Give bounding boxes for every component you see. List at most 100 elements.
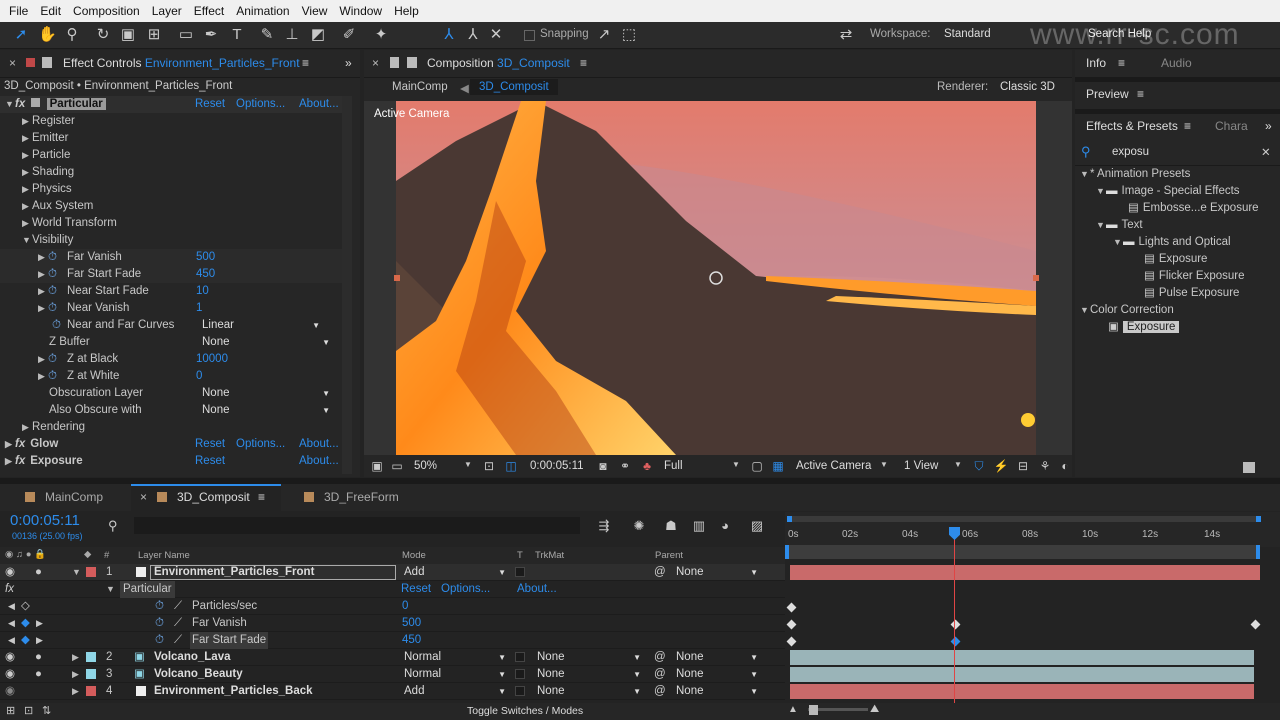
z-buffer-dropdown[interactable]: None (202, 335, 330, 350)
comp-breadcrumb-current[interactable]: 3D_Composit (470, 79, 558, 95)
character-tab[interactable]: Chara (1215, 113, 1248, 140)
expand-panels-icon[interactable]: » (1265, 113, 1272, 140)
layer-name[interactable]: Volcano_Lava (154, 649, 231, 666)
menu-edit[interactable]: Edit (35, 4, 68, 18)
layer-handle[interactable] (394, 275, 400, 281)
snap-feather-icon[interactable]: ↗ (595, 26, 613, 44)
property-row[interactable]: ◀ ◆ ▶ ⏱ ⟋ Far Start Fade 450 (0, 632, 785, 649)
exposure-effect-row[interactable]: ▶ fx Exposure Reset About... (0, 453, 342, 470)
layer-bar-2[interactable] (790, 650, 1254, 665)
brush-tool-icon[interactable]: ✎ (258, 26, 276, 44)
reset-link[interactable]: Reset (195, 436, 225, 453)
stopwatch-icon[interactable]: ⏱ (155, 615, 164, 632)
stopwatch-icon[interactable]: ▶ ⏱ (38, 266, 57, 283)
toggle-pixel-aspect-icon[interactable]: ⛉ (970, 457, 988, 475)
frame-blending-icon[interactable]: ▥ (690, 517, 708, 535)
menu-effect[interactable]: Effect (189, 4, 231, 18)
rectangle-tool-icon[interactable]: ▭ (177, 26, 195, 44)
label-color-swatch[interactable] (86, 567, 96, 577)
property-row[interactable]: ◀ ◆ ▶ ⏱ ⟋ Far Vanish 500 (0, 615, 785, 632)
effect-name[interactable]: Particular (46, 98, 106, 110)
label-color-swatch[interactable] (86, 686, 96, 696)
graph-icon[interactable]: ⟋ (174, 598, 182, 615)
reset-link[interactable]: Reset (195, 453, 225, 470)
chevron-down-icon[interactable]: ▼ (880, 460, 888, 469)
layer-name[interactable]: Volcano_Beauty (154, 666, 243, 683)
snap-grid-icon[interactable]: ⬚ (620, 26, 638, 44)
current-time-indicator[interactable] (954, 528, 955, 703)
transfer-controls-icon[interactable]: ⊡ (24, 704, 33, 717)
add-keyframe-icon[interactable]: ◇ (21, 598, 30, 615)
local-axis-icon[interactable]: ⅄ (440, 26, 458, 44)
particular-effect-row[interactable]: ▼fx Particular Reset Options... About... (0, 96, 342, 113)
composition-tab[interactable]: Composition 3D_Composit (427, 50, 570, 77)
stopwatch-icon[interactable]: ▶ ⏱ (38, 351, 57, 368)
blend-mode-dropdown[interactable]: Add (404, 565, 506, 580)
group-physics[interactable]: ▶ Physics (22, 181, 72, 198)
monitor-icon[interactable]: ▭ (388, 457, 406, 475)
layer-row-2[interactable]: ◉ ● ▶ 2 ▣ Volcano_Lava Normal None @ Non… (0, 649, 785, 666)
zoom-tool-icon[interactable]: ⚲ (63, 26, 81, 44)
tree-color-correction[interactable]: ▼Color Correction (1080, 302, 1174, 319)
panel-menu-icon[interactable]: ≡ (1184, 113, 1191, 140)
zoom-dropdown[interactable]: 50% (414, 460, 437, 472)
preserve-transparency-checkbox[interactable] (515, 567, 525, 577)
tree-exposure-effect[interactable]: ▣ Exposure (1108, 319, 1180, 336)
close-icon[interactable]: × (140, 484, 147, 511)
expand-icon[interactable]: ▼ (72, 564, 82, 581)
trkmat-dropdown[interactable]: None (537, 684, 641, 699)
mask-visibility-icon[interactable]: ◫ (502, 457, 520, 475)
label-color-swatch[interactable] (86, 669, 96, 679)
info-tab[interactable]: Info (1086, 50, 1106, 77)
parent-dropdown[interactable]: None (676, 667, 758, 682)
tree-pulse-exposure[interactable]: ▤ Pulse Exposure (1144, 285, 1239, 302)
group-emitter[interactable]: ▶ Emitter (22, 130, 68, 147)
graph-icon[interactable]: ⟋ (174, 615, 182, 632)
property-value[interactable]: 450 (402, 632, 421, 649)
shy-layers-icon[interactable]: ☗ (662, 517, 680, 535)
scrollbar[interactable] (342, 96, 352, 474)
chevron-down-icon[interactable]: ▼ (732, 460, 740, 469)
prev-keyframe-icon[interactable]: ◀ (8, 632, 15, 649)
property-value[interactable]: 500 (402, 615, 421, 632)
clear-search-icon[interactable]: ✕ (1261, 145, 1271, 159)
stopwatch-icon[interactable]: ⏱ (155, 632, 164, 649)
prop-value[interactable]: 450 (196, 266, 215, 283)
preserve-transparency-checkbox[interactable] (515, 652, 525, 662)
snapping-checkbox[interactable] (524, 30, 535, 41)
effects-presets-tab[interactable]: Effects & Presets (1086, 113, 1178, 140)
reset-link[interactable]: Reset (195, 96, 225, 113)
layer-name-header[interactable]: Layer Name (138, 550, 190, 561)
panel-lock-icon[interactable] (390, 57, 399, 68)
zoom-in-icon[interactable]: ⛰ (870, 703, 879, 716)
obscuration-dropdown[interactable]: None (202, 386, 330, 401)
pick-whip-icon[interactable]: @ (654, 666, 666, 683)
solo-icon[interactable]: ● (35, 649, 42, 666)
view-layout-dropdown[interactable]: 1 View (904, 460, 938, 472)
prop-value[interactable]: 10000 (196, 351, 228, 368)
resolution-dropdown[interactable]: Full (664, 460, 683, 472)
camera-view-dropdown[interactable]: Active Camera (796, 460, 871, 472)
prop-far-vanish[interactable]: ▶ ⏱ Far Vanish 500 (0, 249, 342, 266)
world-axis-icon[interactable]: ⅄ (464, 26, 482, 44)
pan-behind-tool-icon[interactable]: ⊞ (145, 26, 163, 44)
group-register[interactable]: ▶ Register (22, 113, 75, 130)
work-area-bar[interactable] (787, 516, 1261, 522)
video-eye-icon[interactable]: ◉ (5, 683, 15, 700)
camera-tool-icon[interactable]: ▣ (119, 26, 137, 44)
prop-value[interactable]: 1 (196, 300, 202, 317)
zoom-slider-thumb[interactable] (809, 705, 818, 715)
about-link[interactable]: About... (299, 436, 339, 453)
clone-stamp-tool-icon[interactable]: ⊥ (283, 26, 301, 44)
group-visibility[interactable]: ▼Visibility (22, 232, 73, 249)
renderer-value[interactable]: Classic 3D (1000, 81, 1055, 93)
options-link[interactable]: Options... (441, 581, 490, 598)
fx-icon[interactable]: fx (5, 581, 14, 598)
viewer-timecode[interactable]: 0:00:05:11 (530, 460, 584, 472)
effect-controls-tab[interactable]: Effect Controls Environment_Particles_Fr… (63, 50, 300, 77)
property-row[interactable]: ◀ ◇ ⏱ ⟋ Particles/sec 0 (0, 598, 785, 615)
tree-exposure-preset[interactable]: ▤ Exposure (1144, 251, 1207, 268)
panel-menu-icon[interactable]: ≡ (1118, 50, 1125, 77)
video-eye-icon[interactable]: ◉ (5, 649, 15, 666)
expand-icon[interactable]: ▶ (72, 649, 82, 666)
